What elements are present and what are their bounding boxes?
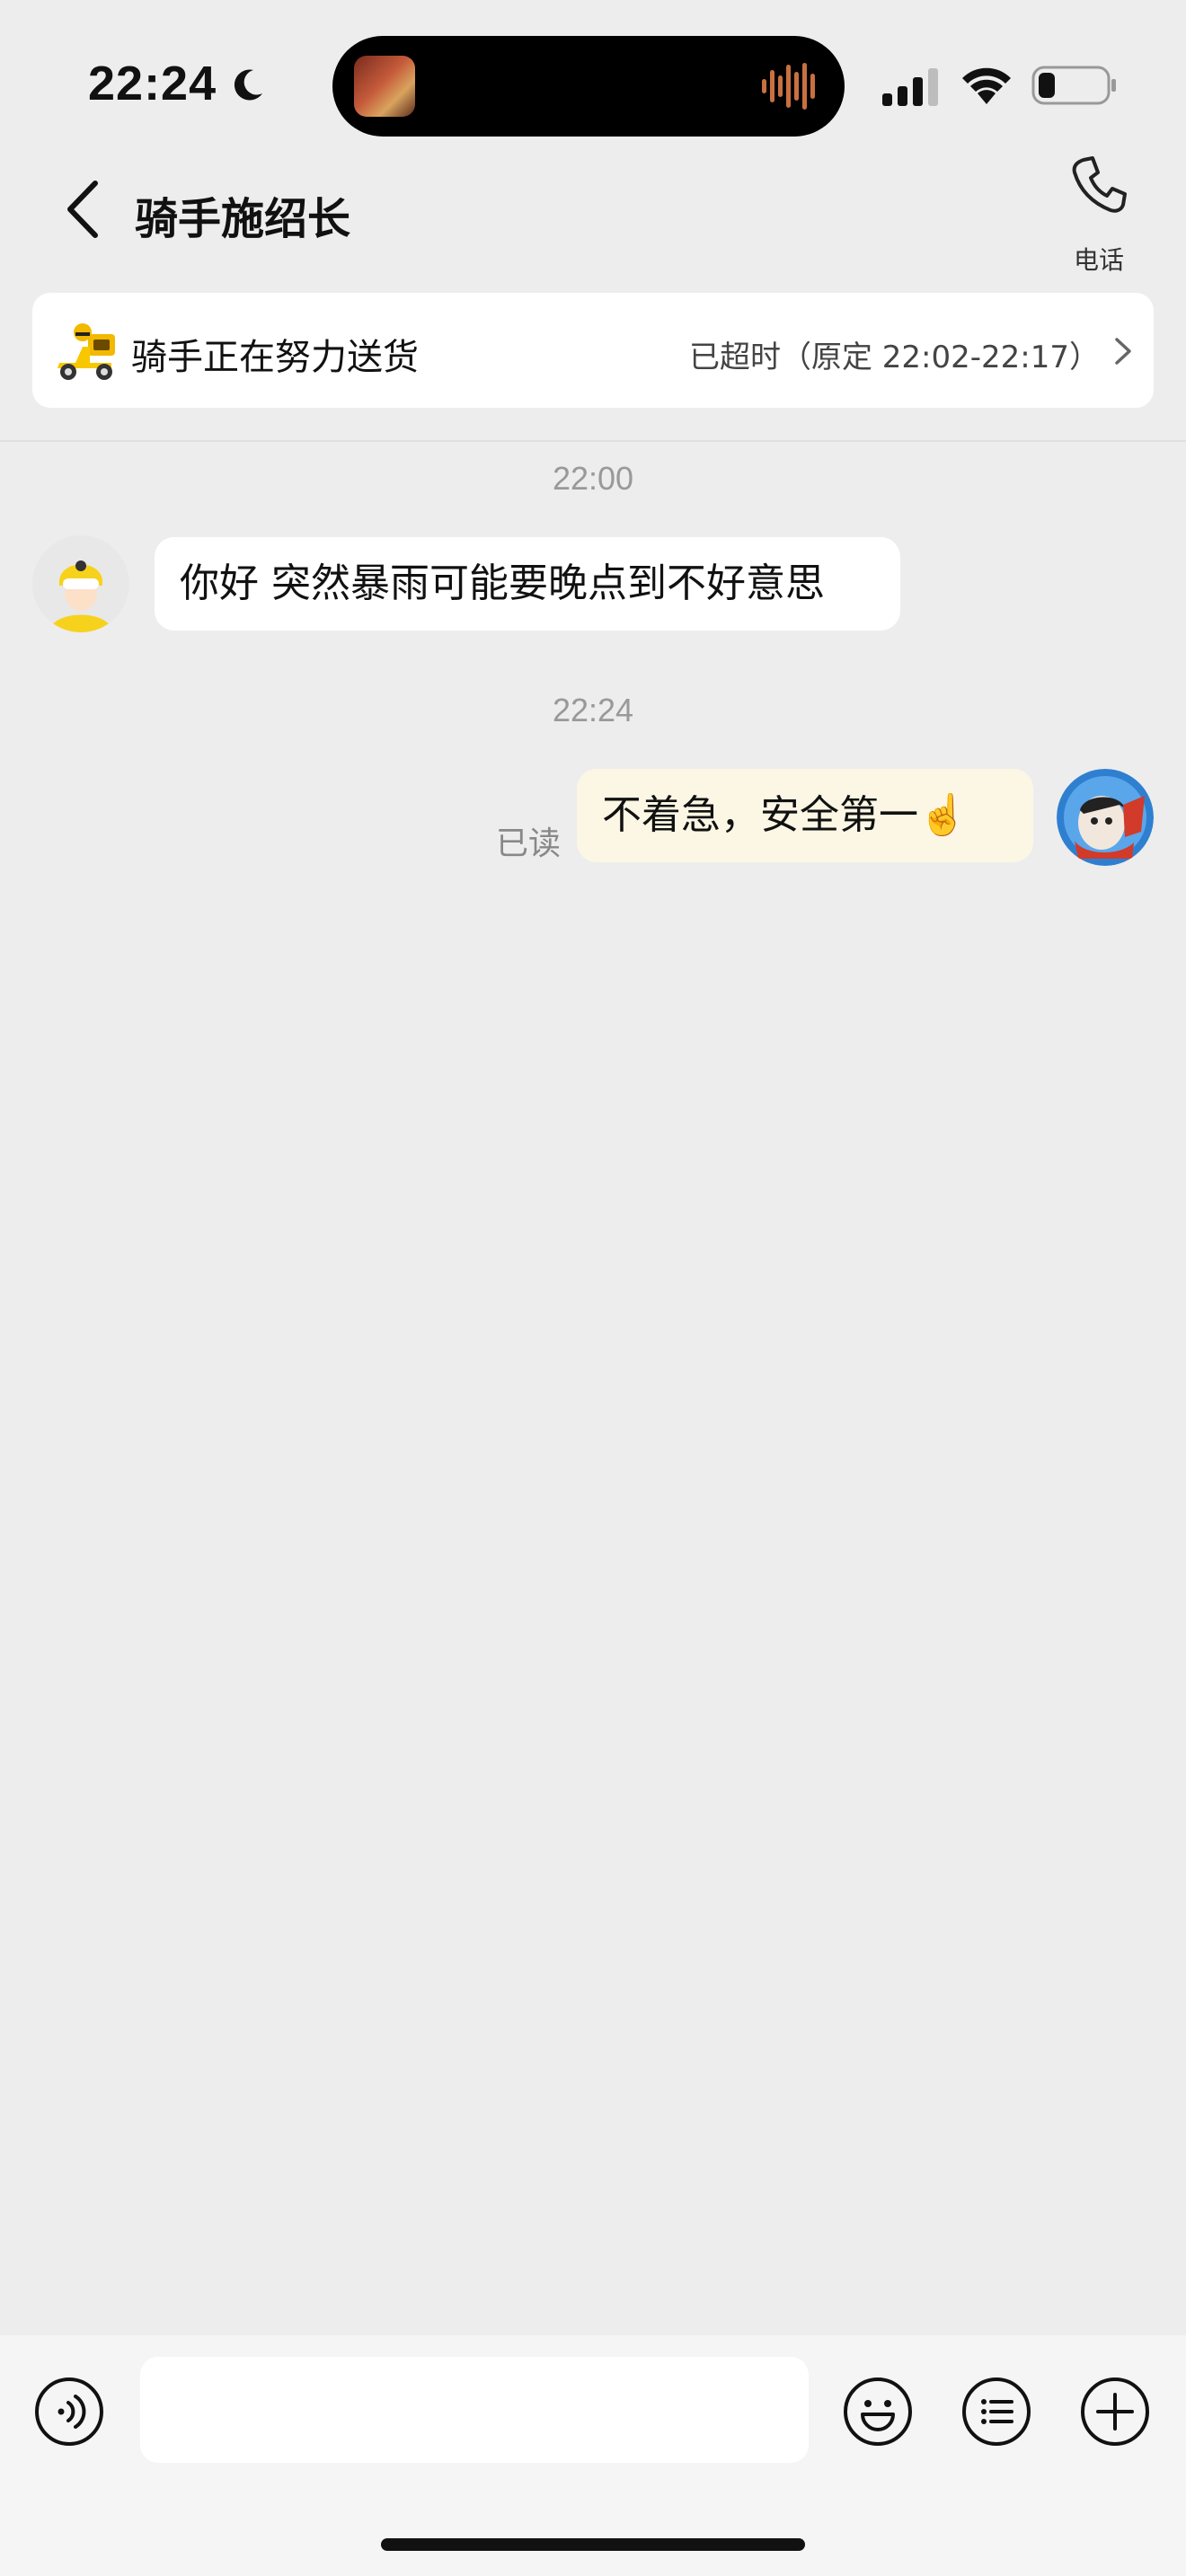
my-message-bubble[interactable]: 不着急，安全第一☝️	[577, 769, 1033, 862]
message-timestamp: 22:00	[552, 460, 634, 497]
dynamic-island[interactable]	[332, 36, 845, 137]
message-text: 不着急，安全第一☝️	[602, 792, 968, 838]
cellular-signal-icon	[882, 68, 938, 106]
waveform-icon	[762, 63, 815, 110]
battery-icon	[1031, 66, 1116, 105]
chat-header: 骑手施绍长 电话	[0, 135, 1186, 278]
emoji-icon[interactable]	[843, 2377, 913, 2447]
add-icon[interactable]	[1080, 2377, 1150, 2447]
call-button[interactable]: 电话	[1051, 154, 1146, 275]
quick-reply-list-icon[interactable]	[961, 2377, 1031, 2447]
page-title: 骑手施绍长	[135, 194, 351, 244]
my-avatar-illustration	[1057, 769, 1154, 866]
delivery-status-text: 骑手正在努力送货	[131, 337, 419, 378]
read-receipt-label: 已读	[496, 825, 562, 862]
chevron-right-icon	[1115, 338, 1131, 365]
delivery-status-card[interactable]: 骑手正在努力送货 已超时（原定 22:02-22:17）	[32, 293, 1154, 408]
message-input[interactable]	[140, 2357, 809, 2463]
my-avatar[interactable]	[1057, 769, 1154, 866]
call-label: 电话	[1073, 245, 1124, 275]
home-indicator[interactable]	[381, 2538, 805, 2551]
rider-message-bubble[interactable]: 你好 突然暴雨可能要晚点到不好意思	[155, 537, 900, 631]
delivery-scooter-icon	[58, 323, 115, 380]
message-timestamp: 22:24	[552, 692, 634, 728]
phone-icon	[1072, 156, 1127, 213]
message-text: 你好 突然暴雨可能要晚点到不好意思	[180, 560, 825, 606]
back-icon[interactable]	[61, 178, 106, 241]
status-clock: 22:24	[88, 57, 217, 110]
rider-avatar[interactable]	[32, 535, 129, 632]
moon-icon	[234, 69, 262, 101]
status-bar: 22:24	[0, 0, 1186, 137]
header-divider	[0, 440, 1186, 442]
delivery-overdue-text: 已超时（原定 22:02-22:17）	[688, 340, 1100, 375]
rider-avatar-illustration	[32, 535, 129, 632]
now-playing-artwork	[354, 56, 415, 117]
voice-input-icon[interactable]	[34, 2377, 104, 2447]
wifi-icon	[962, 67, 1011, 104]
